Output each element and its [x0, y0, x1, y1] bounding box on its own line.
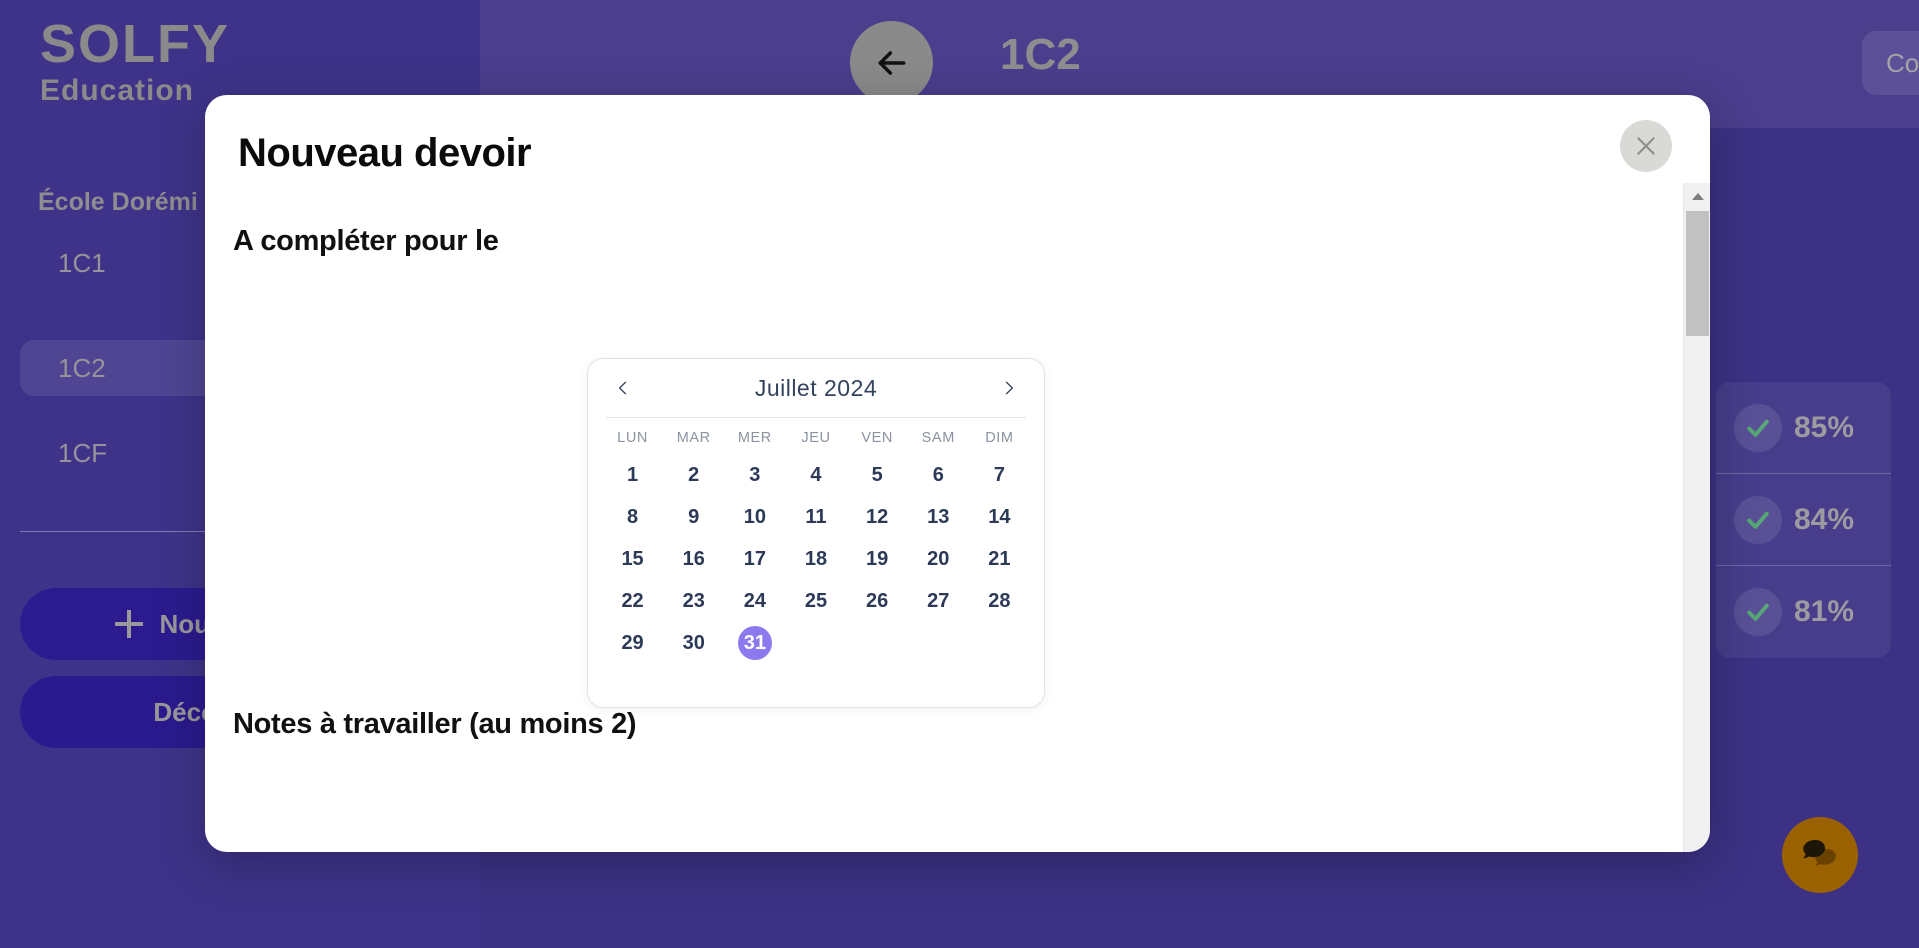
calendar-day-13[interactable]: 13 [908, 496, 969, 538]
date-picker: Juillet 2024 LUN MAR MER JEU VEN SAM DIM [587, 358, 1045, 708]
calendar-day-label: 17 [743, 547, 766, 570]
calendar-day-14[interactable]: 14 [969, 496, 1030, 538]
calendar-day-label: 5 [871, 463, 883, 486]
calendar-day-18[interactable]: 18 [785, 538, 846, 580]
calendar-day-label: 2 [688, 463, 700, 486]
calendar-day-1[interactable]: 1 [602, 454, 663, 496]
calendar-day-label: 7 [993, 463, 1005, 486]
calendar-day-21[interactable]: 21 [969, 538, 1030, 580]
calendar-day-label: 15 [621, 547, 644, 570]
date-picker-grid: 1 2 3 4 5 6 7 8 9 10 11 12 13 14 15 16 17 18 19 20 21 22 23 24 2… [588, 450, 1044, 676]
close-icon [1637, 137, 1655, 155]
calendar-day-label: 16 [682, 547, 705, 570]
calendar-day-12[interactable]: 12 [847, 496, 908, 538]
calendar-day-3[interactable]: 3 [724, 454, 785, 496]
chevron-left-icon [619, 381, 627, 395]
calendar-day-28[interactable]: 28 [969, 580, 1030, 622]
calendar-day-label: 14 [988, 505, 1011, 528]
calendar-day-label: 3 [749, 463, 761, 486]
prev-month-button[interactable] [606, 371, 640, 405]
calendar-day-24[interactable]: 24 [724, 580, 785, 622]
calendar-day-20[interactable]: 20 [908, 538, 969, 580]
weekday-label: MER [737, 430, 772, 446]
calendar-day-label: 31 [737, 626, 772, 660]
weekday-label: LUN [617, 430, 648, 446]
calendar-day-label: 18 [804, 547, 828, 570]
calendar-day-31[interactable]: 31 [724, 622, 785, 664]
calendar-day-label: 13 [927, 505, 950, 528]
calendar-day-8[interactable]: 8 [602, 496, 663, 538]
calendar-day-2[interactable]: 2 [663, 454, 724, 496]
month-label: Juillet 2024 [754, 374, 878, 401]
calendar-day-4[interactable]: 4 [785, 454, 846, 496]
modal-title: Nouveau devoir [238, 131, 532, 175]
calendar-day-27[interactable]: 27 [908, 580, 969, 622]
date-picker-header: Juillet 2024 [588, 359, 1044, 417]
calendar-day-label: 12 [866, 505, 889, 528]
weekday-label: VEN [861, 430, 893, 446]
calendar-day-30[interactable]: 30 [663, 622, 724, 664]
new-homework-modal: Nouveau devoir A compléter pour le Juill… [205, 95, 1710, 852]
weekday-label: MAR [676, 430, 711, 446]
calendar-day-label: 4 [810, 463, 822, 486]
modal-body: A compléter pour le Juillet 2024 LUN MAR… [205, 183, 1683, 852]
calendar-day-label: 24 [743, 589, 766, 612]
scroll-up-button[interactable] [1684, 183, 1710, 209]
calendar-day-label: 9 [688, 505, 700, 528]
calendar-day-label: 6 [932, 463, 944, 486]
calendar-day-25[interactable]: 25 [785, 580, 846, 622]
chevron-right-icon [1005, 381, 1013, 395]
due-date-label: A compléter pour le [233, 225, 499, 257]
notes-label: Notes à travailler (au moins 2) [233, 708, 637, 740]
calendar-day-label: 19 [866, 547, 889, 570]
calendar-day-label: 23 [682, 589, 705, 612]
close-button[interactable] [1620, 120, 1672, 172]
calendar-day-19[interactable]: 19 [847, 538, 908, 580]
weekday-label: JEU [801, 430, 831, 446]
calendar-day-label: 20 [927, 547, 950, 570]
calendar-day-label: 1 [627, 463, 639, 486]
calendar-day-11[interactable]: 11 [785, 496, 846, 538]
calendar-day-label: 26 [866, 589, 889, 612]
next-month-button[interactable] [992, 371, 1026, 405]
calendar-day-5[interactable]: 5 [847, 454, 908, 496]
calendar-day-6[interactable]: 6 [908, 454, 969, 496]
calendar-day-23[interactable]: 23 [663, 580, 724, 622]
modal-scroll-area: A compléter pour le Juillet 2024 LUN MAR… [205, 183, 1710, 852]
calendar-day-9[interactable]: 9 [663, 496, 724, 538]
weekday-label: SAM [921, 430, 955, 446]
calendar-day-15[interactable]: 15 [602, 538, 663, 580]
calendar-day-16[interactable]: 16 [663, 538, 724, 580]
calendar-day-label: 8 [627, 505, 639, 528]
weekday-header-row: LUN MAR MER JEU VEN SAM DIM [588, 418, 1044, 450]
scrollbar-thumb[interactable] [1686, 211, 1709, 336]
calendar-day-label: 21 [988, 547, 1011, 570]
calendar-day-label: 27 [927, 589, 950, 612]
calendar-day-22[interactable]: 22 [602, 580, 663, 622]
modal-scrollbar[interactable] [1683, 183, 1710, 852]
calendar-day-17[interactable]: 17 [724, 538, 785, 580]
calendar-day-label: 22 [621, 589, 644, 612]
calendar-day-label: 11 [805, 505, 827, 528]
calendar-day-26[interactable]: 26 [847, 580, 908, 622]
triangle-up-icon [1691, 192, 1704, 200]
calendar-day-label: 25 [804, 589, 828, 612]
calendar-day-29[interactable]: 29 [602, 622, 663, 664]
calendar-day-10[interactable]: 10 [724, 496, 785, 538]
calendar-day-label: 29 [621, 631, 644, 654]
calendar-day-label: 30 [682, 631, 705, 654]
calendar-day-7[interactable]: 7 [969, 454, 1030, 496]
weekday-label: DIM [985, 430, 1014, 446]
calendar-day-label: 28 [988, 589, 1011, 612]
calendar-day-label: 10 [743, 505, 766, 528]
